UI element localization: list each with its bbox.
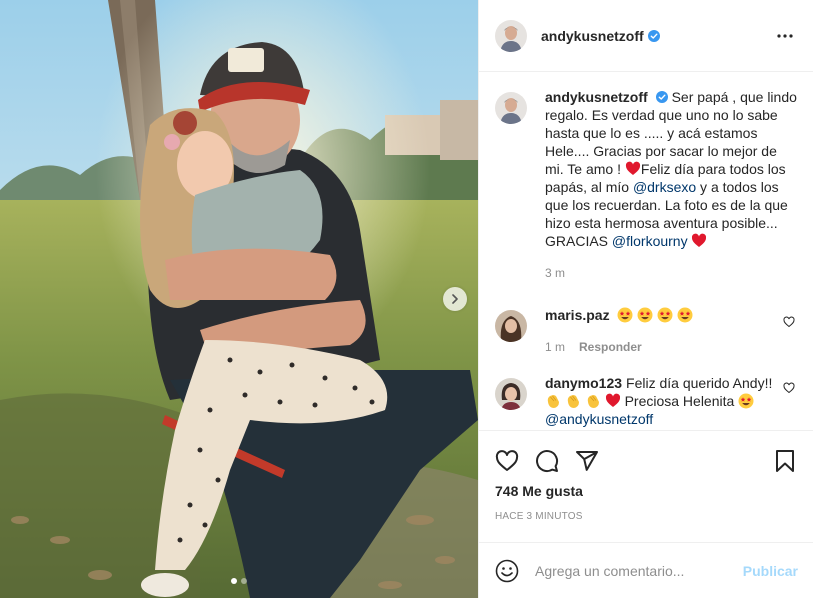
comment-emojis (738, 393, 754, 409)
comment-input[interactable] (535, 562, 743, 579)
post-caption: andykusnetzoff Ser papá , que lindo rega… (495, 88, 797, 282)
carousel-dot (241, 578, 247, 584)
comment-username[interactable]: danymo123 (545, 375, 622, 391)
mention-link[interactable]: @drksexo (633, 179, 696, 195)
smile-icon[interactable] (495, 559, 519, 583)
comment-button[interactable] (535, 449, 559, 473)
share-button[interactable] (575, 449, 599, 473)
carousel-next-button[interactable] (443, 287, 467, 311)
post-modal: andykusnetzoff andykusnetzoff Ser papá ,… (0, 0, 813, 598)
caption-meta: 3 m (545, 264, 797, 282)
caption-time[interactable]: 3 m (545, 264, 565, 282)
carousel-indicator (0, 578, 478, 584)
comments-list[interactable]: andykusnetzoff Ser papá , que lindo rega… (479, 72, 813, 430)
comment-text: Preciosa Helenita (624, 393, 739, 409)
comment-time[interactable]: 1 m (545, 338, 565, 356)
clapping-hands-emoji (547, 395, 559, 408)
star-struck-emoji (677, 307, 693, 323)
comment-item: danymo123 Feliz día querido Andy!! Precio… (495, 374, 797, 428)
avatar[interactable] (495, 19, 527, 52)
comment-text: Feliz día querido Andy!! (626, 375, 773, 391)
mention-link[interactable]: @florkourny (612, 233, 688, 249)
comment-meta: 1 m Responder (545, 338, 783, 356)
heart-icon (495, 450, 519, 471)
star-struck-emoji (617, 307, 633, 323)
more-options-button[interactable] (773, 24, 797, 48)
save-button[interactable] (773, 449, 797, 473)
caption-username[interactable]: andykusnetzoff (545, 89, 648, 105)
star-struck-emoji (738, 393, 754, 409)
clapping-hands-emoji (587, 395, 599, 408)
post-details-panel: andykusnetzoff andykusnetzoff Ser papá ,… (478, 0, 813, 598)
publish-button[interactable]: Publicar (743, 563, 798, 579)
comment-emojis (545, 393, 625, 409)
add-comment-bar: Publicar (479, 542, 813, 598)
star-struck-emoji (657, 307, 673, 323)
comment-item: maris.paz 1 m Responder (495, 306, 797, 356)
like-button[interactable] (495, 449, 519, 473)
reply-button[interactable]: Responder (579, 338, 642, 356)
next-arrow-icon (452, 294, 458, 304)
post-photo[interactable] (0, 0, 478, 598)
clapping-hands-emoji (567, 395, 579, 408)
avatar[interactable] (495, 92, 527, 124)
comment-text (617, 307, 693, 323)
bookmark-icon (776, 450, 794, 472)
more-icon (777, 33, 793, 38)
carousel-dot (231, 578, 237, 584)
verified-icon (647, 29, 660, 42)
avatar[interactable] (495, 310, 527, 342)
mention-link[interactable]: @andykusnetzoff (545, 411, 653, 427)
photo-father-daughter-hug (0, 0, 478, 598)
red-heart-emoji (692, 233, 707, 247)
share-icon (576, 451, 598, 471)
star-struck-emoji (637, 307, 653, 323)
comment-like-icon[interactable] (783, 382, 795, 394)
post-username[interactable]: andykusnetzoff (541, 28, 644, 44)
comment-like-icon[interactable] (783, 316, 795, 328)
post-header: andykusnetzoff (479, 0, 813, 72)
post-timestamp[interactable]: HACE 3 MINUTOS (495, 511, 797, 522)
red-heart-emoji (605, 393, 620, 407)
action-bar (495, 431, 797, 479)
post-actions: 748 Me gusta HACE 3 MINUTOS Publicar (479, 430, 813, 598)
verified-icon (655, 91, 668, 103)
comment-username[interactable]: maris.paz (545, 307, 610, 323)
comment-icon (536, 450, 559, 473)
avatar[interactable] (495, 378, 527, 410)
red-heart-emoji (625, 161, 640, 175)
likes-count[interactable]: 748 Me gusta (495, 483, 797, 499)
